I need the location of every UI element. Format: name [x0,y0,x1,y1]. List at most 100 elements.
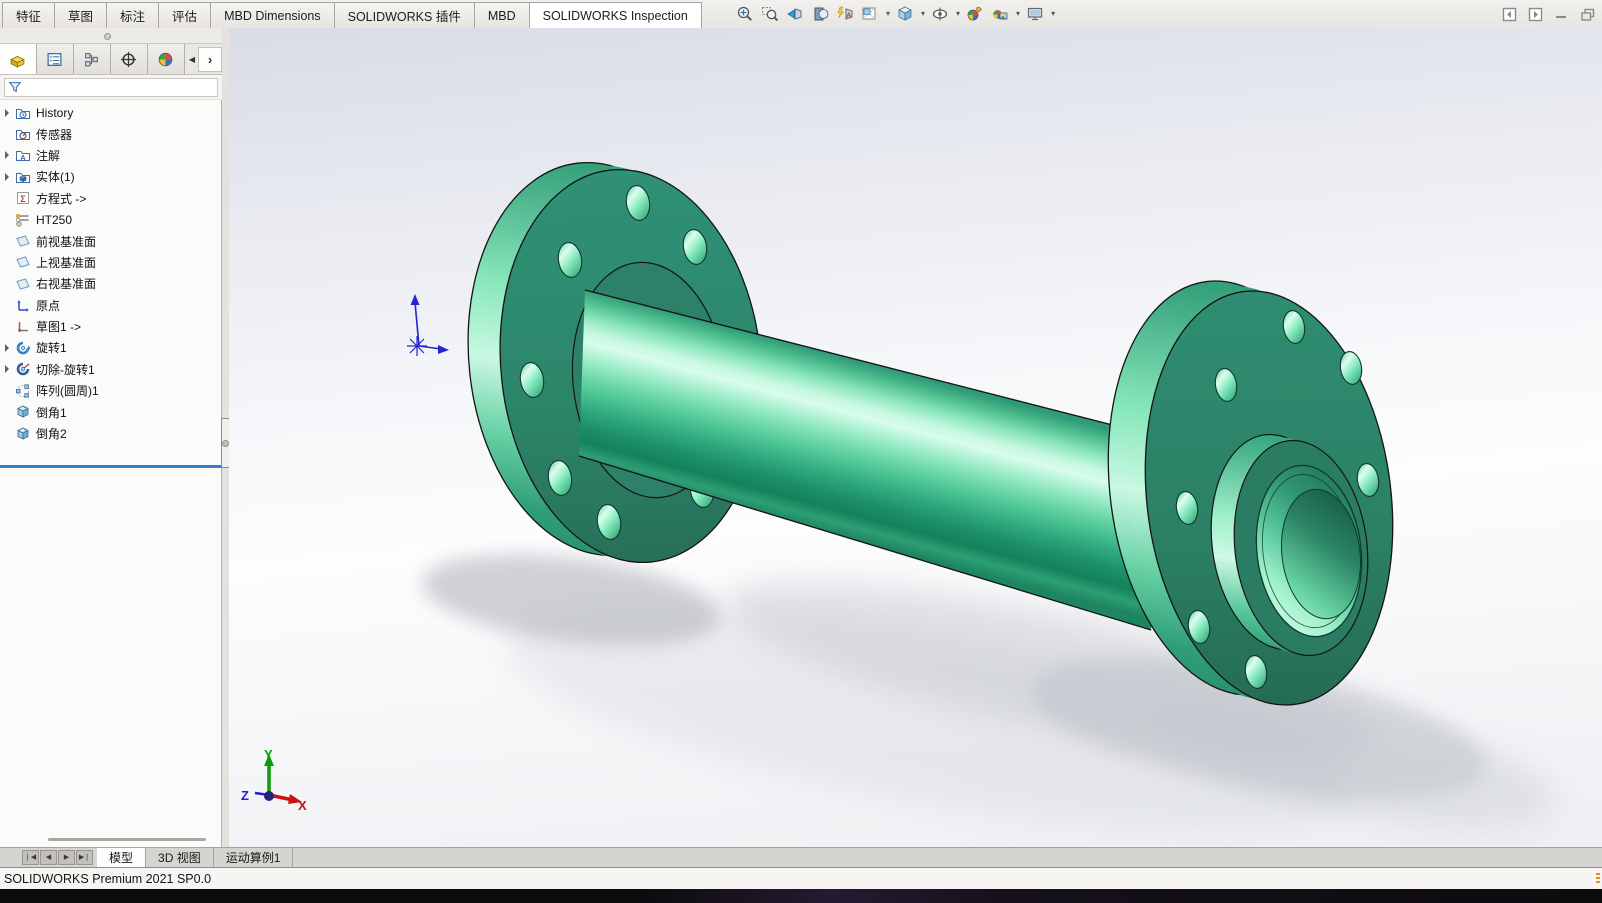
expand-arrow-icon[interactable] [0,109,14,117]
tab-sketch[interactable]: 草图 [54,2,107,28]
scroll-left-icon[interactable]: ◀ [189,55,195,64]
triad-y-label: Y [264,747,273,762]
rollback-bar[interactable] [0,465,222,468]
collapse-right-pane-icon[interactable] [1528,7,1543,22]
displaymanager-icon [157,51,174,68]
tree-item-sensors[interactable]: 传感器 [0,123,222,144]
section-view-icon[interactable] [810,2,830,26]
tab-propertymanager[interactable] [37,44,74,74]
zoom-to-area-icon[interactable] [760,2,780,26]
tree-item-label: History [36,106,73,120]
tree-item-label: 切除-旋转1 [36,361,95,378]
tab-solidworks-inspection[interactable]: SOLIDWORKS Inspection [529,2,702,28]
next-tab-button[interactable]: ▶ [58,850,75,865]
restore-glyph [1580,7,1596,22]
tree-item-solid-bodies[interactable]: 实体(1) [0,166,222,187]
panel-horizontal-scrollbar[interactable] [48,838,206,841]
chamfer-icon [14,426,32,442]
first-tab-button[interactable]: ❘◀ [22,850,39,865]
hide-show-items-caret[interactable]: ▾ [956,10,960,18]
tab-mbd[interactable]: MBD [474,2,530,28]
tree-item-label: 上视基准面 [36,254,96,271]
view-orientation-icon[interactable] [860,2,880,26]
tab-3d-views[interactable]: 3D 视图 [146,848,214,867]
model-3d-view[interactable]: Y X Z [229,28,1602,847]
eye-glyph [931,5,949,23]
pane-window-controls [1502,0,1596,28]
tree-item-sketch1[interactable]: 草图1 -> [0,316,222,337]
collapse-left-pane-icon[interactable] [1502,7,1517,22]
view-orientation-caret[interactable]: ▾ [886,10,890,18]
tab-solidworks-addins[interactable]: SOLIDWORKS 插件 [334,2,475,28]
tree-filter-input[interactable] [4,78,218,97]
tree-item-front-plane[interactable]: 前视基准面 [0,230,222,251]
reference-triad: Y X Z [241,747,307,813]
display-style-icon[interactable] [895,2,915,26]
dynamic-annotation-views-icon[interactable]: A [835,2,855,26]
tab-evaluate[interactable]: 评估 [158,2,211,28]
tab-displaymanager[interactable] [148,44,185,74]
origin-marker [407,294,449,356]
tree-item-material[interactable]: HT250 [0,209,222,230]
plane-icon [14,254,32,270]
tab-configurationmanager[interactable] [74,44,111,74]
tab-dimxpertmanager[interactable] [111,44,148,74]
tab-label: 评估 [172,6,197,25]
tree-item-revolve1[interactable]: 旋转1 [0,337,222,358]
history-folder-icon [14,105,32,121]
tree-item-top-plane[interactable]: 上视基准面 [0,252,222,273]
apply-scene-caret[interactable]: ▾ [1016,10,1020,18]
heads-up-view-toolbar: A ▾ ▾ [735,0,1055,28]
minimize-icon[interactable] [1554,7,1569,22]
panel-splitter[interactable] [222,28,229,847]
tree-item-origin[interactable]: 原点 [0,295,222,316]
scroll-right-icon[interactable]: › [198,47,222,72]
previous-view-icon[interactable] [785,2,805,26]
configurationmanager-icon [83,51,100,68]
equations-icon: Σ [14,190,32,206]
display-style-caret[interactable]: ▾ [921,10,925,18]
circular-pattern-icon [14,383,32,399]
hide-show-items-icon[interactable] [930,2,950,26]
cylinder-tube [579,290,1179,630]
last-tab-button[interactable]: ▶❘ [76,850,93,865]
expand-arrow-icon[interactable] [0,344,14,352]
expand-arrow-icon[interactable] [0,173,14,181]
tab-mbd-dimensions[interactable]: MBD Dimensions [210,2,335,28]
previous-tab-button[interactable]: ◀ [40,850,57,865]
collapse-right-glyph [1528,7,1543,22]
tree-item-annotations[interactable]: A 注解 [0,145,222,166]
apply-scene-icon[interactable] [990,2,1010,26]
tab-features[interactable]: 特征 [2,2,55,28]
tab-annotation[interactable]: 标注 [106,2,159,28]
tree-item-cut-revolve1[interactable]: 切除-旋转1 [0,359,222,380]
tree-item-chamfer2[interactable]: 倒角2 [0,423,222,444]
tab-motion-study1[interactable]: 运动算例1 [214,848,294,867]
tree-item-circular-pattern1[interactable]: 阵列(圆周)1 [0,380,222,401]
expand-arrow-icon[interactable] [0,151,14,159]
svg-text:Σ: Σ [20,194,26,204]
expand-arrow-icon[interactable] [0,365,14,373]
tab-navigation: ❘◀ ◀ ▶ ▶❘ [22,848,93,867]
tree-item-equations[interactable]: Σ 方程式 -> [0,188,222,209]
svg-text:A: A [846,13,851,20]
tree-item-right-plane[interactable]: 右视基准面 [0,273,222,294]
tab-model[interactable]: 模型 [97,848,146,867]
previous-view-glyph [786,5,804,23]
tree-item-chamfer1[interactable]: 倒角1 [0,401,222,422]
tab-featuremanager-design-tree[interactable] [0,44,37,74]
view-settings-caret[interactable]: ▾ [1051,10,1055,18]
feature-tree: History 传感器 [0,102,222,444]
edit-appearance-icon[interactable] [965,2,985,26]
triad-x-label: X [298,798,307,813]
panel-top-splitter[interactable] [0,28,222,44]
appearance-ball-glyph [966,5,984,23]
zoom-to-fit-icon[interactable] [735,2,755,26]
tree-item-label: 前视基准面 [36,233,96,250]
restore-icon[interactable] [1580,7,1596,22]
view-settings-icon[interactable] [1025,2,1045,26]
tab-label: 草图 [68,6,93,25]
tree-item-history[interactable]: History [0,102,222,123]
status-text: SOLIDWORKS Premium 2021 SP0.0 [4,872,211,886]
graphics-area[interactable]: Y X Z [229,28,1602,847]
